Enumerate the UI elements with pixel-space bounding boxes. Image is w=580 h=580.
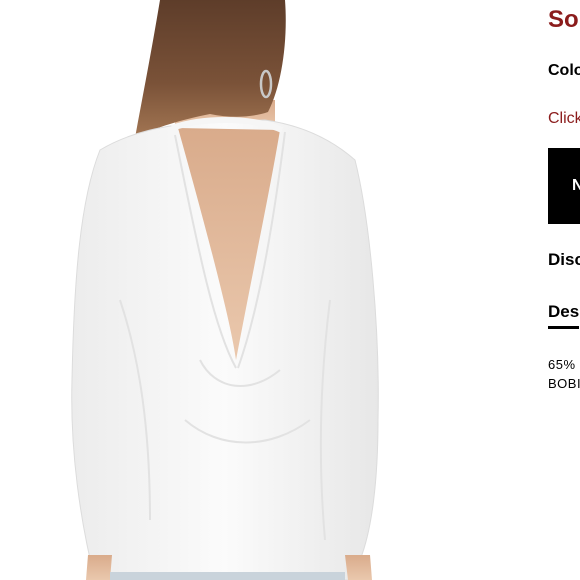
tab-description[interactable]: Des xyxy=(548,302,580,329)
jeans-shape xyxy=(110,572,345,580)
fabric-composition: 65% xyxy=(548,357,576,372)
product-photo xyxy=(0,0,540,580)
right-hand xyxy=(345,555,372,580)
product-title: So xyxy=(548,6,579,33)
brand-name: BOBI xyxy=(548,376,580,391)
color-label: Colo xyxy=(548,62,580,79)
add-to-bag-button[interactable]: N xyxy=(548,148,580,224)
add-to-bag-label: N xyxy=(572,177,580,194)
product-photo-svg xyxy=(71,0,379,580)
left-hand xyxy=(86,555,112,580)
click-link[interactable]: Click xyxy=(548,110,580,128)
discount-label: Disc xyxy=(548,250,580,269)
